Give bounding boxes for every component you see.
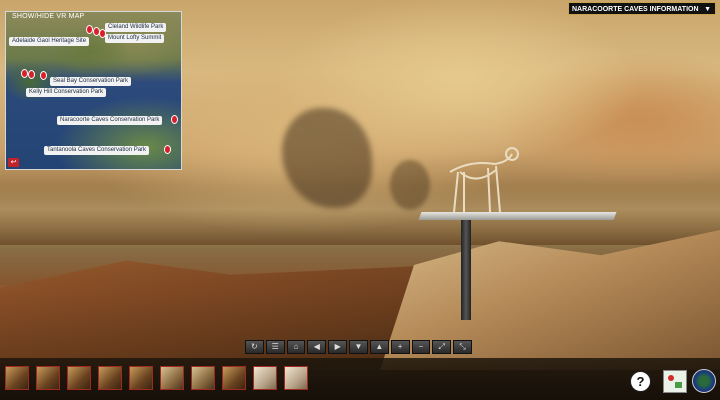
autorotate-icon[interactable]: ↻ xyxy=(245,340,264,354)
scene-thumbnail[interactable] xyxy=(253,366,277,390)
map-terrain-icon xyxy=(675,382,682,388)
map-view-button[interactable] xyxy=(663,370,687,393)
navigation-toolbar: ↻ ☰ ⌂ ◀ ▶ ▼ ▲ + − ⤢ ⤡ xyxy=(245,340,474,354)
scene-thumbnail[interactable] xyxy=(5,366,29,390)
pan-up-icon[interactable]: ▲ xyxy=(369,340,389,354)
info-icon[interactable]: ☰ xyxy=(265,340,285,354)
pan-left-icon[interactable]: ◀ xyxy=(307,340,327,354)
scene-thumbnail[interactable] xyxy=(284,366,308,390)
display-pedestal-pole xyxy=(461,220,471,320)
scene-thumbnail[interactable] xyxy=(36,366,60,390)
home-icon[interactable]: ⌂ xyxy=(286,340,306,354)
map-pin-icon[interactable] xyxy=(40,71,47,80)
pan-down-icon[interactable]: ▼ xyxy=(349,340,368,354)
info-dropdown-label: NARACOORTE CAVES INFORMATION xyxy=(572,6,699,13)
fullscreen-icon[interactable]: ⤢ xyxy=(432,340,452,354)
info-dropdown[interactable]: NARACOORTE CAVES INFORMATION ▼ xyxy=(568,2,716,15)
display-pedestal-top xyxy=(418,212,617,220)
map-marker-icon xyxy=(668,375,674,381)
scene-thumbnail[interactable] xyxy=(129,366,153,390)
scene-thumbnail[interactable] xyxy=(67,366,91,390)
map-label-seal-bay[interactable]: Seal Bay Conservation Park xyxy=(50,77,132,86)
help-button[interactable]: ? xyxy=(630,371,651,392)
map-pin-icon[interactable] xyxy=(21,69,28,78)
map-label-tantanoola[interactable]: Tantanoola Caves Conservation Park xyxy=(44,146,150,155)
map-label-adelaide-gaol[interactable]: Adelaide Gaol Heritage Site xyxy=(9,37,90,46)
scene-thumbnail[interactable] xyxy=(191,366,215,390)
map-pin-icon[interactable] xyxy=(164,145,171,154)
map-pin-icon[interactable] xyxy=(86,25,93,34)
zoom-out-icon[interactable]: − xyxy=(411,340,431,354)
map-label-mount-lofty[interactable]: Mount Lofty Summit xyxy=(105,34,165,43)
skeleton-shadow-small xyxy=(390,160,430,210)
scene-thumbnail[interactable] xyxy=(160,366,184,390)
thumbnail-list xyxy=(5,366,315,390)
zoom-in-icon[interactable]: + xyxy=(390,340,410,354)
globe-logo-icon[interactable] xyxy=(692,369,716,393)
map-label-kelly-hill[interactable]: Kelly Hill Conservation Park xyxy=(26,88,107,97)
chevron-down-icon: ▼ xyxy=(704,6,711,13)
scene-thumbnail[interactable] xyxy=(98,366,122,390)
map-pin-icon[interactable] xyxy=(28,70,35,79)
map-label-cleland[interactable]: Cleland Wildlife Park xyxy=(105,23,167,32)
scene-thumbnail[interactable] xyxy=(222,366,246,390)
pan-right-icon[interactable]: ▶ xyxy=(328,340,348,354)
back-arrow-icon[interactable]: ↩ xyxy=(8,158,19,167)
map-toggle-title[interactable]: SHOW/HIDE VR MAP xyxy=(12,13,84,20)
fossil-skeleton xyxy=(449,147,519,213)
expand-icon[interactable]: ⤡ xyxy=(453,340,472,354)
map-pin-icon[interactable] xyxy=(171,115,178,124)
vr-map[interactable]: SHOW/HIDE VR MAP Cleland Wildlife Park M… xyxy=(5,11,182,170)
map-label-naracoorte[interactable]: Naracoorte Caves Conservation Park xyxy=(57,116,163,125)
